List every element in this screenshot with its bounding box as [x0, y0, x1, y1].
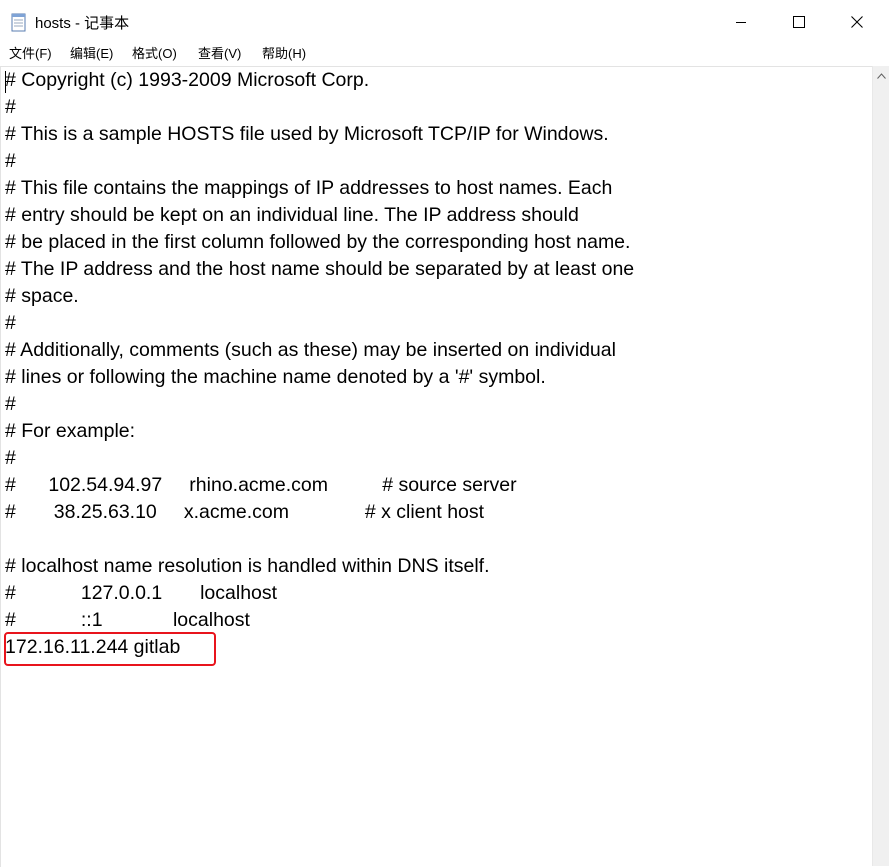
menu-edit[interactable]: 编辑(E) — [70, 44, 113, 64]
text-line: # This file contains the mappings of IP … — [5, 177, 613, 199]
text-line: # 38.25.63.10 x.acme.com # x client host — [5, 501, 485, 523]
menu-view[interactable]: 查看(V) — [198, 44, 241, 64]
notepad-icon — [10, 13, 28, 32]
minimize-button[interactable] — [712, 0, 770, 44]
close-icon — [851, 16, 863, 28]
text-line: # entry should be kept on an individual … — [5, 204, 579, 226]
text-line: # be placed in the first column followed… — [5, 231, 631, 253]
text-line: # space. — [5, 285, 79, 307]
text-line: # This is a sample HOSTS file used by Mi… — [5, 123, 609, 145]
text-line: # ::1 localhost — [5, 609, 250, 631]
text-line: # — [5, 393, 16, 415]
text-line: # — [5, 150, 16, 172]
title-bar[interactable]: hosts - 记事本 — [0, 0, 889, 44]
menu-file[interactable]: 文件(F) — [9, 44, 52, 64]
minimize-icon — [735, 16, 747, 28]
maximize-icon — [793, 16, 805, 28]
text-line: # localhost name resolution is handled w… — [5, 555, 490, 577]
text-editor[interactable]: # Copyright (c) 1993-2009 Microsoft Corp… — [0, 66, 873, 867]
text-line: # — [5, 447, 16, 469]
text-line: # — [5, 312, 16, 334]
text-line: # 127.0.0.1 localhost — [5, 582, 278, 604]
text-line: # Copyright (c) 1993-2009 Microsoft Corp… — [5, 69, 370, 91]
notepad-window: hosts - 记事本 文件(F) 编辑(E) 格式(O) 查看(V) 帮助(H… — [0, 0, 889, 867]
menu-format[interactable]: 格式(O) — [132, 44, 177, 64]
text-line: # 102.54.94.97 rhino.acme.com # source s… — [5, 474, 517, 496]
text-line: # For example: — [5, 420, 136, 442]
maximize-button[interactable] — [770, 0, 828, 44]
chevron-up-icon — [877, 66, 886, 84]
vertical-scrollbar[interactable] — [872, 66, 889, 866]
text-line: # lines or following the machine name de… — [5, 366, 546, 388]
close-button[interactable] — [828, 0, 886, 44]
scroll-up-button[interactable] — [873, 66, 889, 83]
menu-help[interactable]: 帮助(H) — [262, 44, 306, 64]
menu-bar: 文件(F) 编辑(E) 格式(O) 查看(V) 帮助(H) — [0, 44, 889, 66]
text-line: # The IP address and the host name shoul… — [5, 258, 635, 280]
text-line: # Additionally, comments (such as these)… — [5, 339, 616, 361]
window-title: hosts - 记事本 — [35, 15, 130, 32]
text-line: # — [5, 96, 16, 118]
annotation-highlight-box — [4, 632, 216, 666]
